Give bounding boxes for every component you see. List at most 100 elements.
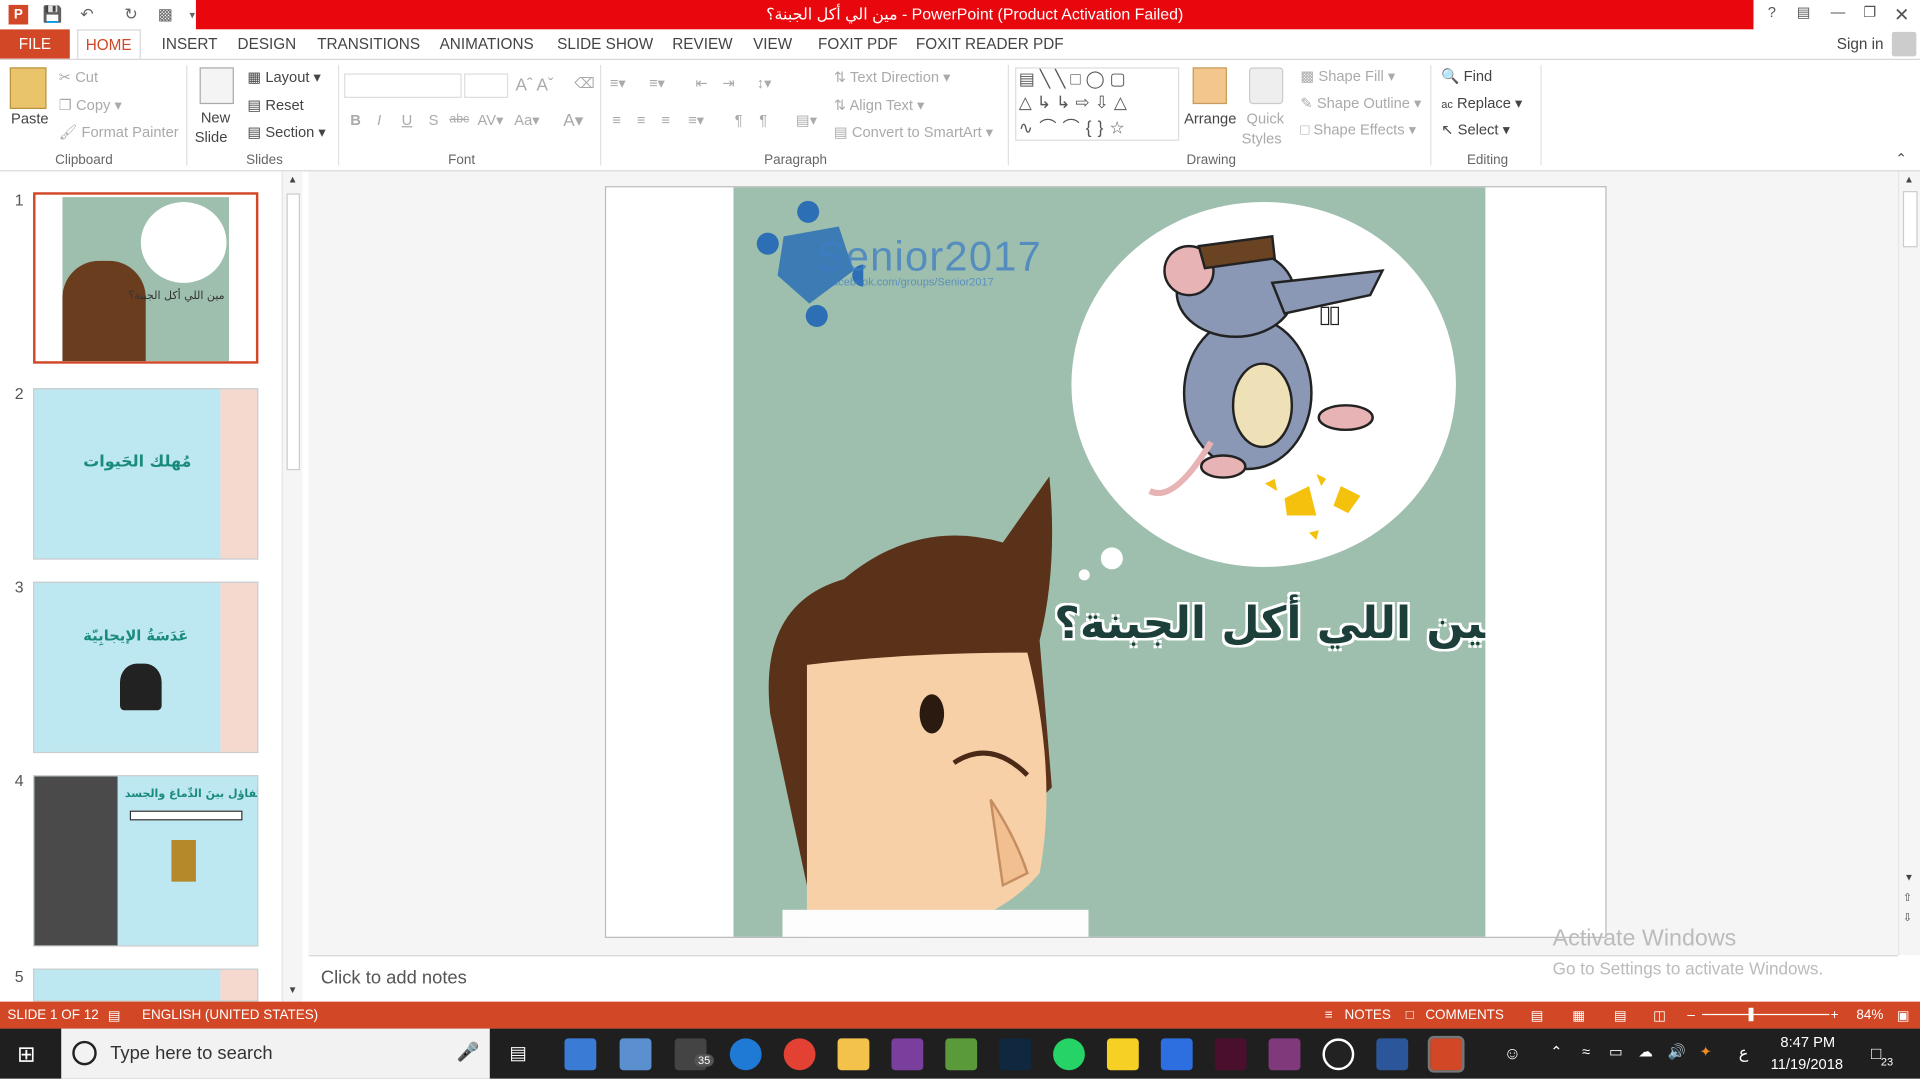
line-spacing-icon[interactable]: ↕▾ [757,75,772,92]
indesign-icon[interactable] [1214,1038,1247,1071]
language-indicator[interactable]: ENGLISH (UNITED STATES) [142,1008,318,1023]
slide-title[interactable]: مين اللي أكل الجبنة؟ [1054,599,1485,649]
replace-button[interactable]: ac Replace ▾ [1441,94,1522,111]
text-direction-button[interactable]: ⇅ Text Direction ▾ [834,69,951,86]
zoom-out-icon[interactable]: – [1687,1008,1695,1023]
select-button[interactable]: ↖ Select ▾ [1441,121,1510,138]
avatar-icon[interactable] [1891,31,1917,57]
volume-icon[interactable]: 🔊 [1668,1043,1686,1060]
edge-icon[interactable] [729,1038,762,1071]
shape-outline-button[interactable]: ✎ Shape Outline ▾ [1300,94,1421,111]
normal-view-icon[interactable]: ▤ [1531,1008,1544,1024]
sign-in-link[interactable]: Sign in [1829,29,1891,58]
tray-expand-icon[interactable]: ⌃ [1550,1043,1562,1060]
fit-to-window-icon[interactable]: ▣ [1897,1008,1910,1024]
convert-smartart-button[interactable]: ▤ Convert to SmartArt ▾ [834,124,993,141]
paste-icon[interactable] [9,67,47,109]
zoom-slider-thumb[interactable] [1748,1007,1754,1022]
minimize-icon[interactable]: — [1822,4,1854,26]
align-right-icon[interactable]: ≡ [661,111,670,128]
redo-icon[interactable]: ↻ [118,2,145,26]
search-placeholder[interactable]: Type here to search [110,1043,272,1064]
text-shadow-button[interactable]: S [429,111,439,128]
increase-indent-icon[interactable]: ⇥ [722,75,734,92]
align-center-icon[interactable]: ≡ [637,111,646,128]
arrange-button[interactable]: Arrange [1184,110,1236,127]
microphone-icon[interactable]: 🎤 [457,1041,480,1063]
slide-sorter-icon[interactable]: ▦ [1572,1008,1585,1024]
increase-font-icon[interactable]: Aˆ Aˇ [516,75,554,95]
clock-date[interactable]: 11/19/2018 [1771,1056,1843,1073]
quick-styles-label-2[interactable]: Styles [1242,130,1282,147]
scroll-up-icon[interactable]: ▲ [1904,174,1914,185]
char-spacing-icon[interactable]: AV▾ [478,111,504,128]
ribbon-display-options-icon[interactable]: ▤ [1788,4,1820,26]
restore-icon[interactable]: ❐ [1854,4,1886,26]
thumbnails-scrollbar[interactable]: ▲ ▼ [281,171,303,1002]
windows-start-icon[interactable]: ⊞ [17,1042,35,1068]
paste-button[interactable]: Paste [11,110,49,127]
comments-icon[interactable]: □ [1406,1008,1414,1023]
zoom-level[interactable]: 84% [1856,1008,1883,1023]
undo-icon[interactable]: ↶ [73,2,100,26]
task-view-icon[interactable]: ▤ [509,1042,526,1064]
todo-icon[interactable] [1160,1038,1193,1071]
tab-transitions[interactable]: TRANSITIONS [310,29,428,58]
close-icon[interactable]: ✕ [1886,4,1918,26]
layout-button[interactable]: ▦ Layout ▾ [247,69,321,86]
whatsapp-icon[interactable] [1053,1038,1085,1071]
thumbnail-slide-2[interactable]: مُهلك الحَيوات [33,388,259,560]
reading-view-icon[interactable]: ▤ [1614,1008,1627,1024]
notes-toggle-icon[interactable]: ≡ [1325,1008,1333,1023]
shape-fill-button[interactable]: ▩ Shape Fill ▾ [1300,67,1395,84]
help-button[interactable]: ? [1756,4,1788,26]
onedrive-icon[interactable]: ☁ [1638,1043,1653,1060]
scroll-down-icon[interactable]: ▼ [288,984,298,995]
zoom-in-icon[interactable]: + [1831,1008,1839,1023]
section-button[interactable]: ▤ Section ▾ [247,124,325,141]
bold-button[interactable]: B [350,111,361,128]
font-family-select[interactable] [344,73,462,98]
notes-button[interactable]: NOTES [1345,1008,1391,1023]
new-slide-label-2[interactable]: Slide [195,129,228,146]
quick-styles-icon[interactable] [1248,67,1284,105]
justify-icon[interactable]: ≡▾ [688,111,704,128]
tab-review[interactable]: REVIEW [665,29,740,58]
tab-view[interactable]: VIEW [746,29,800,58]
slide-editor[interactable]: Senior2017 facebook.com/groups/Senior201… [308,171,1898,956]
underline-button[interactable]: U [402,111,413,128]
format-painter-button[interactable]: 🖌 Format Painter [59,124,179,141]
wifi-icon[interactable]: ≈ [1582,1043,1590,1060]
slideshow-view-icon[interactable]: ◫ [1653,1008,1666,1024]
people-icon[interactable]: ☺ [1504,1043,1522,1063]
notes-placeholder[interactable]: Click to add notes [321,967,467,988]
tab-slide-show[interactable]: SLIDE SHOW [550,29,661,58]
shape-effects-button[interactable]: □ Shape Effects ▾ [1300,121,1416,138]
word-icon[interactable] [1376,1038,1409,1071]
battery-icon[interactable]: ▭ [1609,1043,1623,1060]
onenote-icon[interactable] [891,1038,924,1071]
file-explorer-icon[interactable] [837,1038,870,1071]
paint-icon[interactable] [619,1038,652,1071]
save-icon[interactable]: 💾 [39,2,66,26]
new-slide-icon[interactable] [199,67,234,105]
clear-formatting-icon[interactable]: ⌫ [574,75,595,92]
tab-home[interactable]: HOME [77,29,141,61]
thumbnail-slide-1[interactable]: مين اللي أكل الجبنة؟ [33,192,259,364]
comments-button[interactable]: COMMENTS [1425,1008,1504,1023]
font-color-icon[interactable]: A▾ [563,110,583,131]
media-player-icon[interactable] [1322,1038,1355,1071]
find-button[interactable]: 🔍 Find [1441,67,1492,84]
decrease-indent-icon[interactable]: ⇤ [696,75,708,92]
cut-button[interactable]: ✂ Cut [59,69,98,86]
zoom-slider[interactable] [1702,1013,1830,1016]
rtl-icon[interactable]: ¶ [759,111,767,128]
start-from-beginning-icon[interactable]: ▩ [152,2,179,26]
scroll-down-icon[interactable]: ▼ [1904,872,1914,883]
italic-button[interactable]: I [377,111,381,128]
store-icon[interactable] [564,1038,597,1071]
thumbnail-slide-5[interactable] [33,968,259,1002]
input-language[interactable]: ع [1739,1043,1749,1063]
ltr-icon[interactable]: ¶ [735,111,743,128]
new-slide-label[interactable]: New [201,109,230,126]
